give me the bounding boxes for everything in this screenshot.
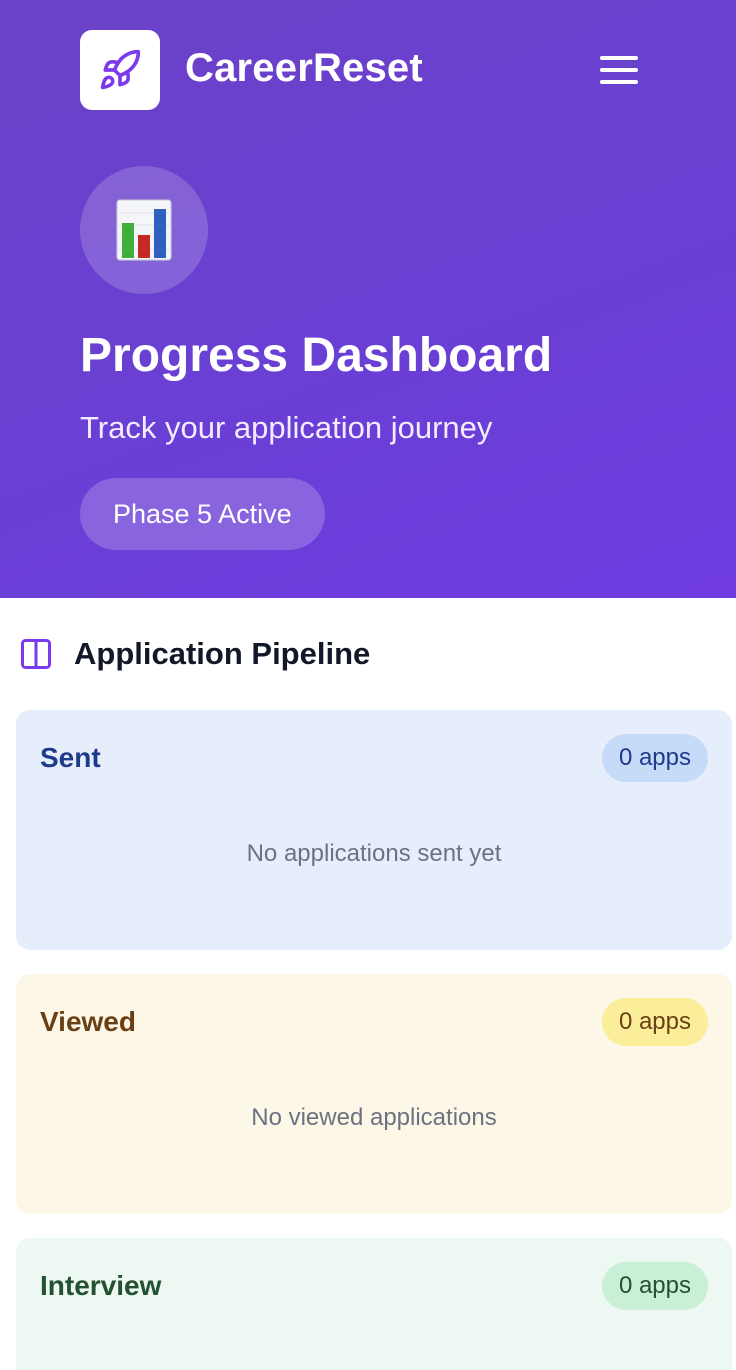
hamburger-menu-icon: [600, 56, 638, 60]
page-title: Progress Dashboard: [80, 329, 553, 382]
stage-name: Interview: [40, 1270, 162, 1301]
logo[interactable]: [80, 30, 160, 110]
page-subtitle: Track your application journey: [80, 410, 493, 445]
pipeline-stage-interview[interactable]: Interview 0 apps: [16, 1238, 732, 1370]
columns-icon: [21, 639, 51, 669]
stage-count-badge: 0 apps: [601, 734, 708, 782]
hero-section: CareerReset Progress Dashboard Track you…: [0, 0, 736, 598]
phase-status-badge: Phase 5 Active: [80, 478, 325, 550]
pipeline-stage-viewed[interactable]: Viewed 0 apps No viewed applications: [16, 974, 732, 1214]
stage-name: Sent: [40, 742, 101, 773]
bar-chart-icon: [116, 199, 172, 261]
hero-icon-badge: [80, 166, 208, 294]
stage-empty-message: No viewed applications: [251, 1104, 497, 1131]
brand-name[interactable]: CareerReset: [185, 46, 423, 91]
stage-count-badge: 0 apps: [601, 1262, 708, 1310]
stage-name: Viewed: [40, 1006, 136, 1037]
menu-button[interactable]: [600, 52, 638, 88]
stage-count-badge: 0 apps: [601, 998, 708, 1046]
rocket-icon: [100, 49, 141, 90]
section-title: Application Pipeline: [74, 636, 371, 671]
stage-empty-message: No applications sent yet: [246, 840, 502, 867]
pipeline-header: Application Pipeline: [18, 632, 370, 676]
pipeline-stage-sent[interactable]: Sent 0 apps No applications sent yet: [16, 710, 732, 950]
